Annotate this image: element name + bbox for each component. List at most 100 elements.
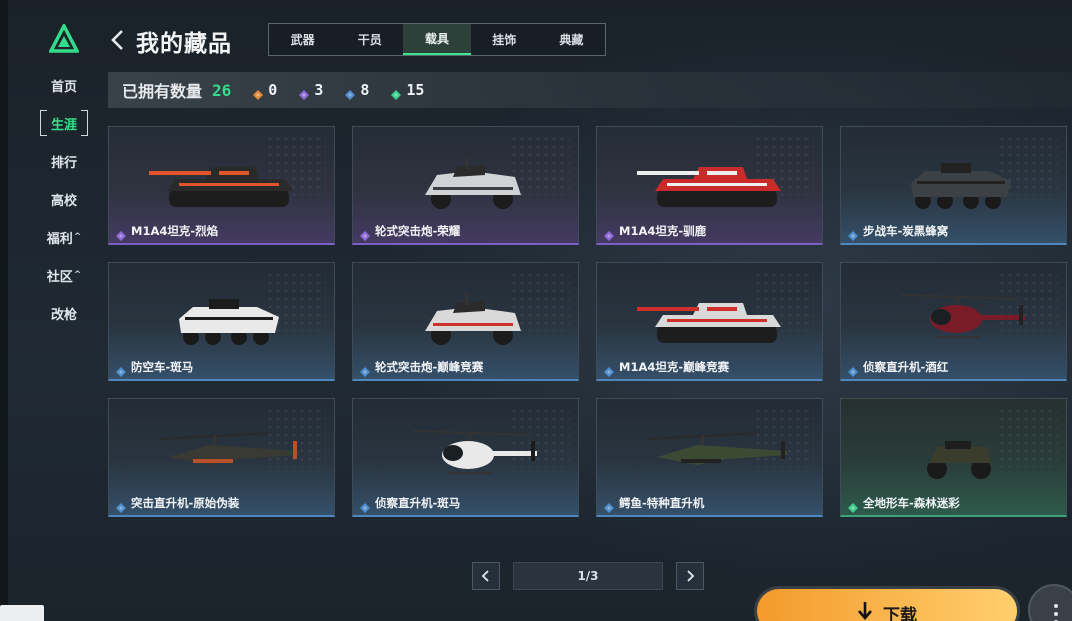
sidebar-item-college[interactable]: 高校 bbox=[40, 186, 88, 212]
vehicle-name: 鳄鱼-特种直升机 bbox=[619, 496, 705, 510]
green-rarity-icon bbox=[848, 503, 858, 513]
tier-count: 8 bbox=[360, 81, 370, 99]
green-diamond-icon bbox=[391, 90, 402, 100]
vehicle-card[interactable]: 鳄鱼-特种直升机 bbox=[596, 398, 823, 517]
download-button[interactable]: 下载 bbox=[754, 586, 1020, 621]
vehicle-image bbox=[179, 299, 279, 345]
vehicle-name: M1A4坦克-驯鹿 bbox=[619, 224, 707, 238]
tab-weapons[interactable]: 武器 bbox=[269, 24, 336, 55]
blue-rarity-icon bbox=[848, 231, 858, 241]
vehicle-card[interactable]: 突击直升机-原始伪装 bbox=[108, 398, 335, 517]
app-logo-icon bbox=[49, 24, 79, 53]
sidebar-item-career[interactable]: 生涯 bbox=[40, 110, 88, 136]
chevron-left-icon bbox=[481, 570, 489, 582]
vehicle-card[interactable]: 步战车-炭黑蜂窝 bbox=[840, 126, 1067, 245]
tier-count-chip: 3 bbox=[299, 81, 324, 100]
sidebar-item-label: 高校 bbox=[50, 193, 77, 209]
vehicle-image bbox=[637, 167, 781, 207]
download-label: 下载 bbox=[883, 606, 917, 621]
next-page-button[interactable] bbox=[676, 562, 704, 590]
corner-popup bbox=[0, 605, 44, 621]
orange-diamond-icon bbox=[253, 90, 264, 100]
vehicle-image bbox=[648, 432, 787, 465]
tier-count: 3 bbox=[314, 81, 324, 99]
vehicle-name: 侦察直升机-斑马 bbox=[375, 496, 461, 510]
back-chevron-icon[interactable] bbox=[108, 28, 128, 52]
vehicle-name: 防空车-斑马 bbox=[131, 360, 194, 374]
vehicle-card[interactable]: 全地形车-森林迷彩 bbox=[840, 398, 1067, 517]
tier-count-chip: 15 bbox=[391, 81, 425, 100]
vehicle-card[interactable]: 轮式突击炮-荣耀 bbox=[352, 126, 579, 245]
chevron-up-icon: ^ bbox=[73, 270, 82, 280]
vehicle-name: M1A4坦克-烈焰 bbox=[131, 224, 219, 238]
download-arrow-icon bbox=[858, 602, 872, 620]
vehicle-image bbox=[149, 167, 293, 207]
tab-charms[interactable]: 挂饰 bbox=[471, 24, 538, 55]
vehicle-image bbox=[425, 157, 521, 209]
vehicle-card[interactable]: M1A4坦克-驯鹿 bbox=[596, 126, 823, 245]
vehicle-image bbox=[412, 430, 537, 474]
more-dot bbox=[1054, 612, 1058, 616]
sidebar-nav: 首页 生涯 排行 高校 福利 ^ 社区 ^ 改枪 bbox=[40, 72, 88, 338]
sidebar-item-welfare[interactable]: 福利 ^ bbox=[40, 224, 88, 250]
blue-rarity-icon bbox=[360, 367, 370, 377]
vehicle-image bbox=[637, 303, 781, 343]
tier-count-chip: 8 bbox=[345, 81, 370, 100]
tab-vehicles[interactable]: 载具 bbox=[403, 24, 471, 55]
chevron-up-icon: ^ bbox=[73, 232, 82, 242]
blue-diamond-icon bbox=[345, 90, 356, 100]
vehicle-image bbox=[900, 294, 1025, 338]
vehicle-name: 侦察直升机-酒红 bbox=[863, 360, 949, 374]
sidebar-item-label: 生涯 bbox=[50, 117, 77, 133]
tier-count: 0 bbox=[268, 81, 278, 99]
vehicle-name: 突击直升机-原始伪装 bbox=[131, 496, 240, 510]
sidebar-item-ranking[interactable]: 排行 bbox=[40, 148, 88, 174]
vehicle-card[interactable]: 侦察直升机-斑马 bbox=[352, 398, 579, 517]
sidebar-item-gunsmith[interactable]: 改枪 bbox=[40, 300, 88, 326]
purple-rarity-icon bbox=[604, 231, 614, 241]
vehicle-name: 轮式突击炮-巅峰竞赛 bbox=[375, 360, 484, 374]
blue-rarity-icon bbox=[116, 367, 126, 377]
blue-rarity-icon bbox=[604, 503, 614, 513]
owned-stats-bar: 已拥有数量 26 0 3 8 15 bbox=[108, 72, 1072, 108]
vehicle-card[interactable]: 侦察直升机-酒红 bbox=[840, 262, 1067, 381]
vehicle-name: 步战车-炭黑蜂窝 bbox=[863, 224, 949, 238]
window-edge bbox=[0, 0, 8, 621]
blue-rarity-icon bbox=[848, 367, 858, 377]
category-tabs: 武器 干员 载具 挂饰 典藏 bbox=[268, 23, 606, 56]
blue-rarity-icon bbox=[604, 367, 614, 377]
sidebar-item-label: 排行 bbox=[50, 155, 77, 171]
purple-rarity-icon bbox=[360, 231, 370, 241]
purple-diamond-icon bbox=[299, 90, 310, 100]
sidebar-item-community[interactable]: 社区 ^ bbox=[40, 262, 88, 288]
prev-page-button[interactable] bbox=[472, 562, 500, 590]
vehicle-card[interactable]: 轮式突击炮-巅峰竞赛 bbox=[352, 262, 579, 381]
sidebar-item-label: 福利 bbox=[46, 231, 73, 247]
vehicle-image bbox=[160, 432, 299, 465]
blue-rarity-icon bbox=[360, 503, 370, 513]
page-title: 我的藏品 bbox=[136, 31, 232, 57]
vehicle-name: M1A4坦克-巅峰竞赛 bbox=[619, 360, 730, 374]
sidebar-item-home[interactable]: 首页 bbox=[40, 72, 88, 98]
sidebar-item-label: 改枪 bbox=[50, 307, 77, 323]
tier-count-chip: 0 bbox=[253, 81, 278, 100]
owned-count-total: 26 bbox=[212, 80, 232, 100]
vehicle-name: 轮式突击炮-荣耀 bbox=[375, 224, 461, 238]
tab-operators[interactable]: 干员 bbox=[336, 24, 403, 55]
vehicle-image bbox=[911, 163, 1011, 209]
tab-collection[interactable]: 典藏 bbox=[538, 24, 605, 55]
purple-rarity-icon bbox=[116, 231, 126, 241]
chevron-right-icon bbox=[687, 570, 695, 582]
vehicle-card[interactable]: M1A4坦克-烈焰 bbox=[108, 126, 335, 245]
owned-count-label: 已拥有数量 bbox=[122, 82, 203, 101]
sidebar-item-label: 社区 bbox=[46, 269, 73, 285]
vehicle-card[interactable]: M1A4坦克-巅峰竞赛 bbox=[596, 262, 823, 381]
blue-rarity-icon bbox=[116, 503, 126, 513]
sidebar-item-label: 首页 bbox=[50, 79, 77, 95]
vehicle-image bbox=[425, 293, 521, 345]
vehicle-image bbox=[927, 441, 991, 479]
vehicle-card[interactable]: 防空车-斑马 bbox=[108, 262, 335, 381]
more-dots-icon bbox=[1054, 604, 1058, 608]
tier-count: 15 bbox=[406, 81, 425, 99]
page-indicator: 1/3 bbox=[513, 562, 663, 590]
